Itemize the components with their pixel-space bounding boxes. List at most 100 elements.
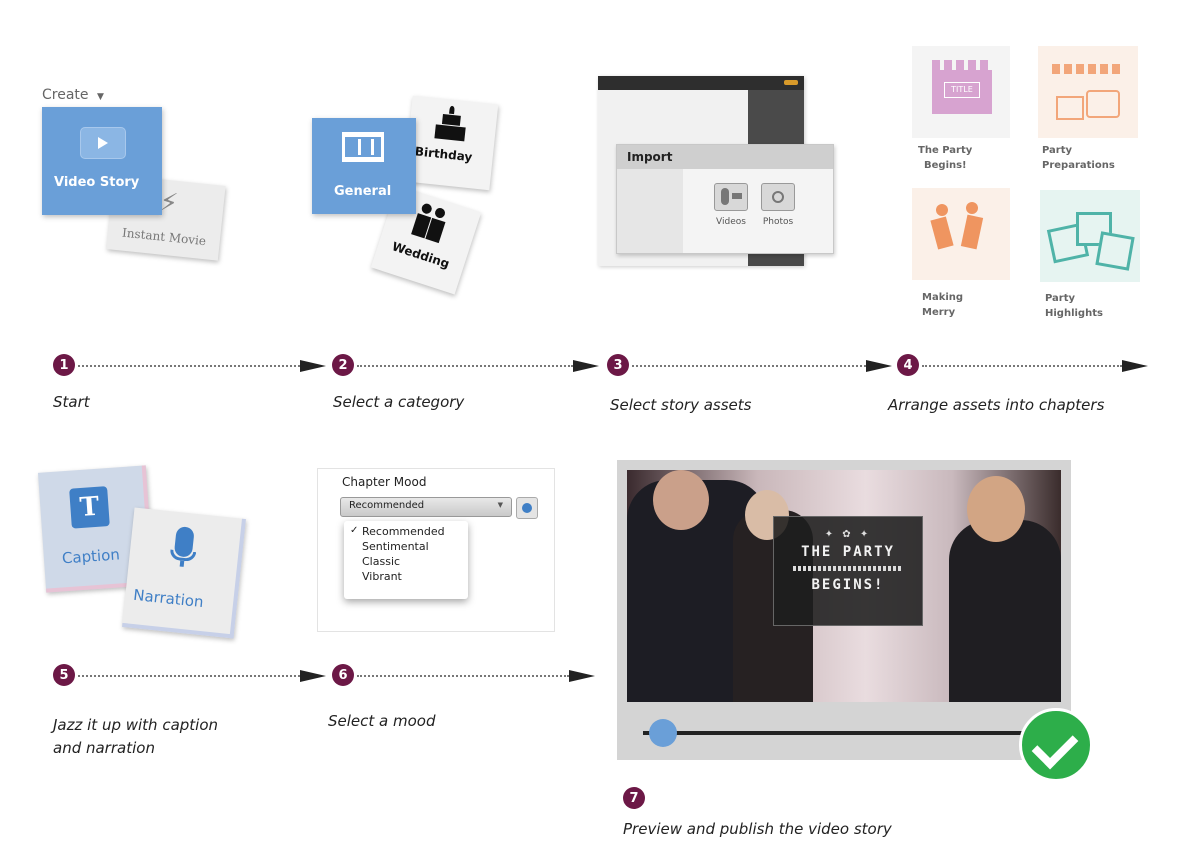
video-frame[interactable]: ✦ ✿ ✦ THE PARTY BEGINS! (627, 470, 1061, 702)
mood-option[interactable]: Recommended (362, 525, 445, 538)
arrow-right-icon (573, 360, 599, 372)
camera-icon (761, 183, 795, 211)
video-story-card[interactable]: Video Story (42, 107, 162, 215)
general-label: General (334, 184, 392, 199)
step4-badge: 4 (897, 354, 919, 376)
step5-badge: 5 (53, 664, 75, 686)
arrow-right-icon (866, 360, 892, 372)
divider (793, 566, 903, 571)
chapter-thumb[interactable] (1038, 46, 1138, 138)
chapter-thumb[interactable] (1040, 190, 1140, 282)
chapter-caption: Party Preparations (1042, 145, 1115, 171)
mood-option[interactable]: Classic (362, 555, 400, 568)
chapter-caption: Party Highlights (1045, 293, 1103, 319)
caption-label: Caption (61, 545, 121, 568)
step3-badge: 3 (607, 354, 629, 376)
person-right (949, 520, 1061, 702)
mood-select[interactable]: Recommended ▼ (340, 497, 512, 517)
step1-badge: 1 (53, 354, 75, 376)
connector (357, 365, 573, 367)
import-header: Import (617, 145, 833, 169)
step3-illustration: Import Videos Photos (598, 76, 834, 266)
box-icon (1056, 96, 1084, 120)
videos-label: Videos (716, 217, 746, 227)
step4-label: Arrange assets into chapters (888, 396, 1105, 414)
scrubber-track[interactable] (643, 731, 1033, 735)
title-badge: TITLE (944, 82, 980, 98)
step2-label: Select a category (333, 393, 465, 411)
connector (357, 675, 569, 677)
photos-button[interactable]: Photos (755, 183, 801, 227)
notepad-icon: T (69, 486, 110, 529)
scrubber-handle[interactable] (648, 719, 677, 747)
step3-label: Select story assets (610, 396, 752, 414)
camcorder-icon (714, 183, 748, 211)
mood-dropdown-list: ✓ Recommended Sentimental Classic Vibran… (344, 521, 468, 599)
ornament-icon: ✦ ✿ ✦ (824, 529, 872, 540)
step4-illustration: TITLE The Party Begins! Party Preparations… (910, 46, 1150, 336)
step5-label: Jazz it up with caption and narration (53, 716, 219, 757)
step6-illustration: Chapter Mood Recommended ▼ ✓ Recommended… (317, 468, 555, 632)
step2-illustration: Birthday Wedding General (310, 95, 510, 295)
photos-stack-icon (1046, 212, 1135, 272)
mood-select-value: Recommended (349, 500, 425, 511)
title-overlay: ✦ ✿ ✦ THE PARTY BEGINS! (773, 516, 923, 626)
step7-badge: 7 (623, 787, 645, 809)
chapter-caption: The Party Begins! (918, 145, 973, 171)
chapter-thumb[interactable]: TITLE (912, 46, 1010, 138)
step1-illustration: Create ▼ ⚡ Instant Movie Video Story (40, 85, 240, 265)
step6-label: Select a mood (328, 712, 436, 730)
create-menu[interactable]: Create ▼ (42, 87, 104, 103)
birthday-card[interactable]: Birthday (403, 95, 499, 191)
arrow-right-icon (1122, 360, 1148, 372)
chevron-down-icon: ▼ (497, 501, 503, 509)
step7-label: Preview and publish the video story (623, 820, 892, 838)
mood-option[interactable]: Sentimental (362, 540, 429, 553)
mood-option[interactable]: Vibrant (362, 570, 402, 583)
step2-badge: 2 (332, 354, 354, 376)
import-title: Import (627, 150, 673, 164)
arrow-right-icon (300, 360, 326, 372)
general-card[interactable]: General (312, 118, 416, 214)
cake-icon (434, 104, 467, 142)
person-right-face (967, 476, 1025, 542)
step5-illustration: T Caption Narration (37, 465, 250, 645)
microphone-icon (168, 525, 199, 578)
title-line2: BEGINS! (811, 577, 885, 593)
instant-movie-label: Instant Movie (121, 225, 207, 249)
narration-card[interactable]: Narration (122, 507, 246, 639)
arrow-right-icon (300, 670, 326, 682)
gear-icon[interactable] (516, 497, 538, 519)
wedding-label: Wedding (390, 239, 452, 271)
connector (78, 675, 300, 677)
step1-label: Start (53, 393, 90, 411)
checkmark-icon: ✓ (350, 525, 359, 536)
video-story-label: Video Story (54, 175, 140, 190)
bunting-icon (1052, 64, 1122, 74)
birthday-label: Birthday (414, 144, 473, 165)
videos-button[interactable]: Videos (711, 183, 751, 227)
video-preview-player: ✦ ✿ ✦ THE PARTY BEGINS! (617, 460, 1093, 782)
film-icon (342, 132, 384, 162)
chevron-down-icon: ▼ (96, 92, 104, 102)
window-titlebar (598, 76, 804, 90)
title-line1: THE PARTY (801, 544, 895, 560)
gift-icon (1086, 90, 1120, 118)
create-label: Create (42, 87, 89, 103)
narration-label: Narration (132, 585, 205, 612)
chapter-caption: Making Merry (922, 292, 964, 318)
connector (632, 365, 866, 367)
chapter-mood-label: Chapter Mood (342, 475, 427, 489)
dancers-icon (930, 198, 994, 270)
checkmark-icon[interactable] (1019, 708, 1093, 782)
video-icon (80, 127, 126, 159)
arrow-right-icon (569, 670, 595, 682)
connector (922, 365, 1122, 367)
clapperboard-icon: TITLE (932, 60, 992, 114)
connector (78, 365, 300, 367)
person-left-face (653, 470, 709, 530)
import-panel: Import Videos Photos (616, 144, 834, 254)
couple-icon (411, 202, 450, 244)
chapter-thumb[interactable] (912, 188, 1010, 280)
photos-label: Photos (762, 217, 794, 227)
